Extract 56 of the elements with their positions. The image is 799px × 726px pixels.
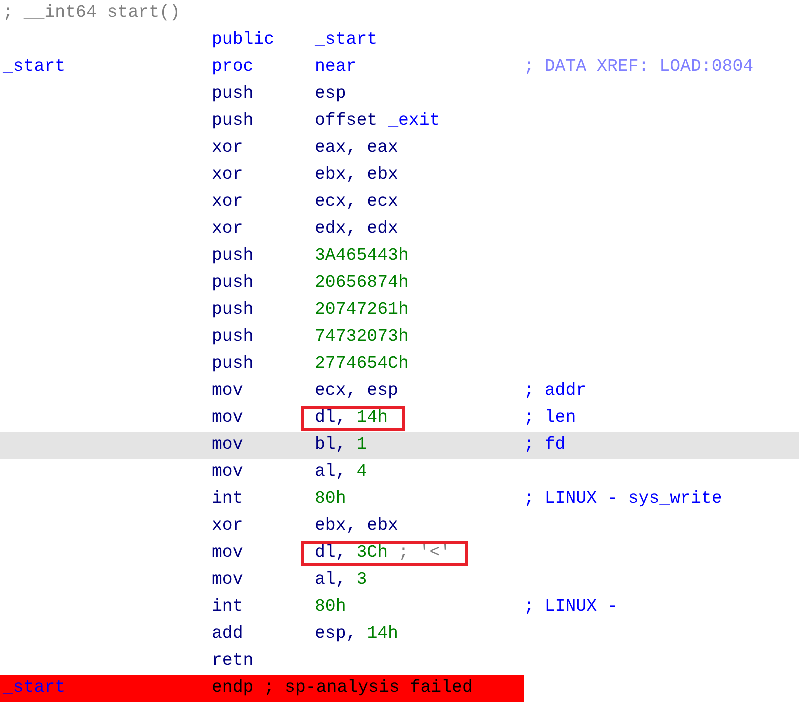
operand: 80h: [315, 598, 346, 617]
operand: al, 4: [315, 463, 368, 482]
mnemonic: int: [212, 598, 244, 617]
operand: esp: [315, 85, 346, 104]
operand: ecx, esp: [315, 382, 398, 401]
comment: ; addr: [524, 382, 587, 401]
operand: 20747261h: [315, 301, 409, 320]
comment: ; LINUX - sys_write: [524, 490, 722, 509]
operand: near: [315, 58, 357, 77]
mnemonic: push: [212, 85, 254, 104]
mnemonic: push: [212, 355, 254, 374]
operand: bl, 1: [315, 436, 368, 455]
operand: 80h: [315, 490, 346, 509]
comment: ; fd: [524, 436, 566, 455]
mnemonic: add: [212, 625, 244, 644]
mnemonic: mov: [212, 544, 244, 563]
mnemonic: push: [212, 301, 254, 320]
mnemonic: xor: [212, 220, 244, 239]
mnemonic: retn: [212, 652, 254, 671]
operand: ecx, ecx: [315, 193, 398, 212]
operand: al, 3: [315, 571, 368, 590]
mnemonic: mov: [212, 463, 244, 482]
operand: offset _exit: [315, 112, 440, 131]
operand: edx, edx: [315, 220, 398, 239]
operand: 3A465443h: [315, 247, 409, 266]
mnemonic: mov: [212, 409, 244, 428]
mnemonic: mov: [212, 436, 244, 455]
operand: esp, 14h: [315, 625, 398, 644]
mnemonic: xor: [212, 139, 244, 158]
comment: ; DATA XREF: LOAD:0804: [524, 58, 754, 77]
operand: dl, 14h: [301, 406, 406, 431]
operand: 74732073h: [315, 328, 409, 347]
operand: 20656874h: [315, 274, 409, 293]
code-label[interactable]: _start: [3, 58, 66, 77]
mnemonic: mov: [212, 571, 244, 590]
operand: 2774654Ch: [315, 355, 409, 374]
mnemonic: proc: [212, 58, 254, 77]
operand: _start: [315, 31, 378, 50]
function-comment: ; __int64 start(): [3, 3, 182, 25]
mnemonic: push: [212, 274, 254, 293]
mnemonic: push: [212, 112, 254, 131]
operand: ebx, ebx: [315, 166, 398, 185]
mnemonic: endp ; sp-analysis failed: [212, 679, 473, 698]
mnemonic: mov: [212, 382, 244, 401]
mnemonic: push: [212, 328, 254, 347]
comment: ; len: [524, 409, 576, 428]
comment: ; LINUX -: [524, 598, 618, 617]
operand: eax, eax: [315, 139, 398, 158]
mnemonic: int: [212, 490, 244, 509]
mnemonic: xor: [212, 193, 244, 212]
mnemonic: xor: [212, 517, 244, 536]
operand: ebx, ebx: [315, 517, 398, 536]
operand: dl, 3Ch ; '<': [301, 541, 468, 566]
mnemonic: public: [212, 31, 275, 50]
mnemonic: push: [212, 247, 254, 266]
mnemonic: xor: [212, 166, 244, 185]
